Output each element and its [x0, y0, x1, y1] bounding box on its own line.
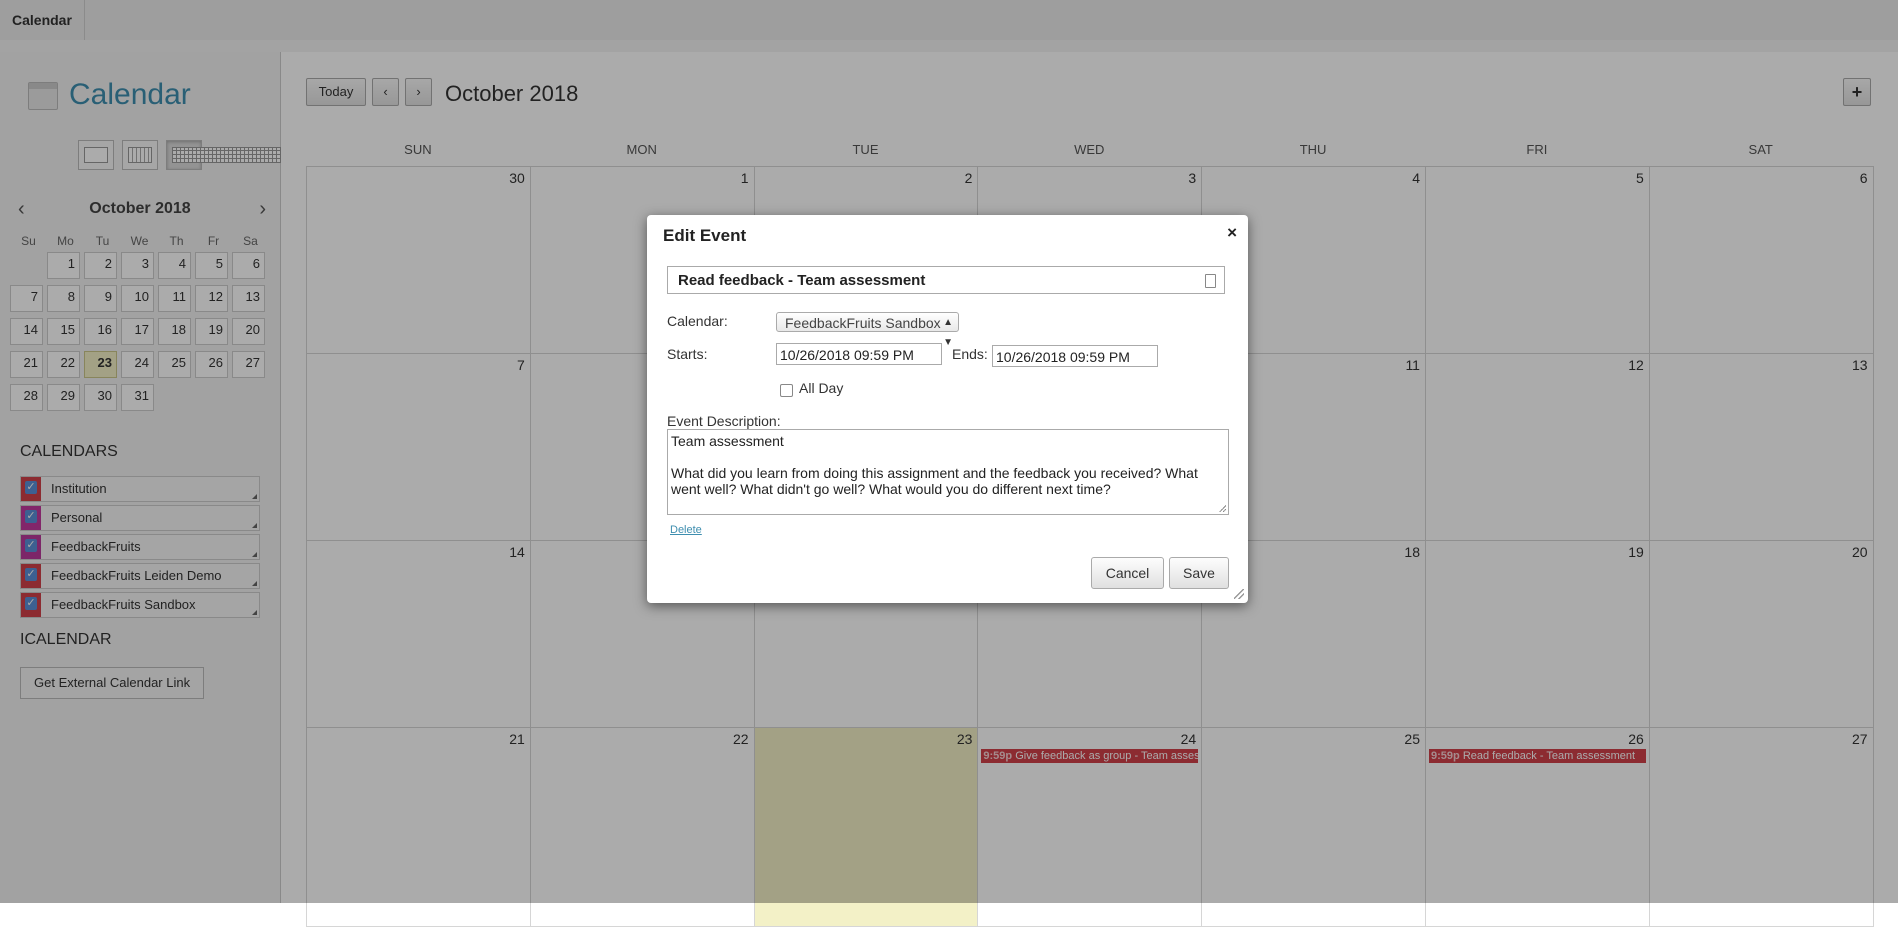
- contact-card-icon: [1205, 274, 1216, 288]
- delete-link[interactable]: Delete: [670, 524, 702, 536]
- dialog-resize-grip-icon[interactable]: [1234, 589, 1244, 599]
- ends-input[interactable]: 10/26/2018 09:59 PM: [992, 345, 1158, 367]
- starts-input[interactable]: 10/26/2018 09:59 PM: [776, 343, 942, 365]
- description-line-2: What did you learn from doing this assig…: [671, 465, 1198, 497]
- save-button[interactable]: Save: [1169, 557, 1229, 589]
- calendar-select[interactable]: FeedbackFruits Sandbox ▲ ▼: [776, 312, 959, 348]
- close-icon[interactable]: ×: [1227, 223, 1237, 243]
- starts-label: Starts:: [667, 346, 708, 362]
- all-day-label: All Day: [799, 380, 844, 396]
- event-title-value: Read feedback - Team assessment: [678, 272, 926, 289]
- description-label: Event Description:: [667, 413, 781, 429]
- resize-handle-icon[interactable]: [1219, 505, 1226, 512]
- description-textarea[interactable]: Team assessment What did you learn from …: [667, 429, 1229, 515]
- event-title-input[interactable]: Read feedback - Team assessment: [667, 266, 1225, 294]
- calendar-label: Calendar:: [667, 313, 728, 329]
- edit-event-dialog: Edit Event × Read feedback - Team assess…: [647, 215, 1248, 603]
- dialog-title: Edit Event: [663, 226, 747, 245]
- calendar-select-value: FeedbackFruits Sandbox: [785, 315, 941, 331]
- description-line-1: Team assessment: [671, 433, 784, 449]
- all-day-checkbox[interactable]: [780, 384, 793, 397]
- cancel-button[interactable]: Cancel: [1091, 557, 1164, 589]
- ends-label: Ends:: [952, 346, 988, 362]
